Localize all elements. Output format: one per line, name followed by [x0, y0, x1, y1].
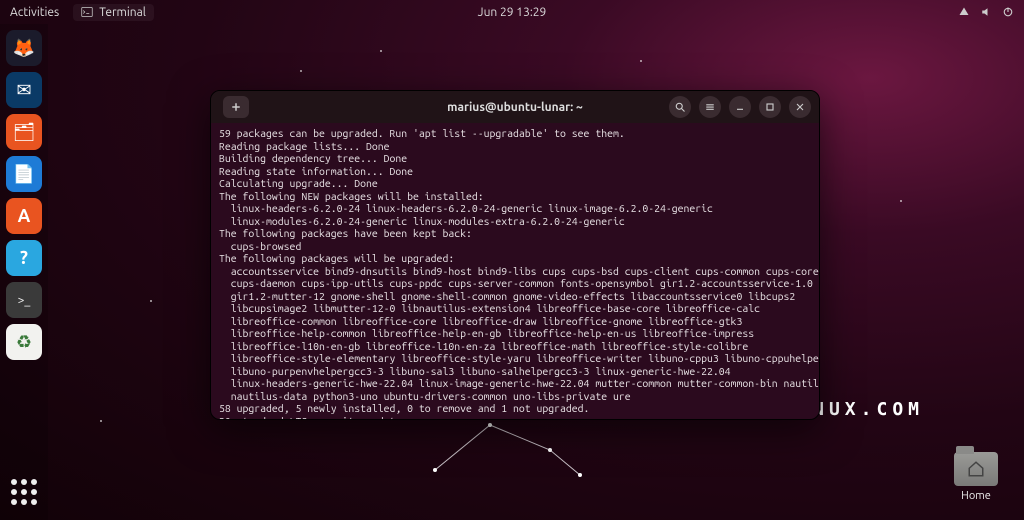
dock-firefox[interactable]: 🦊 — [6, 30, 42, 66]
maximize-icon — [764, 101, 776, 113]
dock-software[interactable]: A — [6, 198, 42, 234]
dock: 🦊 ✉ 🗂 📄 A ? >_ ♻ — [0, 24, 48, 520]
search-button[interactable] — [669, 96, 691, 118]
minimize-button[interactable] — [729, 96, 751, 118]
show-applications-button[interactable] — [6, 474, 42, 510]
terminal-output[interactable]: 59 packages can be upgraded. Run 'apt li… — [211, 123, 819, 419]
menu-button[interactable] — [699, 96, 721, 118]
dock-thunderbird[interactable]: ✉ — [6, 72, 42, 108]
desktop-home-label: Home — [950, 490, 1002, 502]
gnome-topbar: Activities Terminal Jun 29 13:29 — [0, 0, 1024, 24]
volume-icon — [980, 6, 992, 18]
terminal-titlebar[interactable]: marius@ubuntu-lunar: ~ — [211, 91, 819, 123]
power-icon — [1002, 6, 1014, 18]
dock-help[interactable]: ? — [6, 240, 42, 276]
desktop-home-folder[interactable]: Home — [950, 452, 1002, 502]
maximize-button[interactable] — [759, 96, 781, 118]
topbar-app-indicator[interactable]: Terminal — [73, 4, 154, 21]
network-icon — [958, 6, 970, 18]
minimize-icon — [734, 101, 746, 113]
new-tab-button[interactable] — [223, 96, 249, 118]
close-button[interactable] — [789, 96, 811, 118]
home-icon — [967, 460, 985, 478]
terminal-title: marius@ubuntu-lunar: ~ — [447, 101, 583, 114]
terminal-window: marius@ubuntu-lunar: ~ 59 packages can b… — [210, 90, 820, 420]
dock-files[interactable]: 🗂 — [6, 114, 42, 150]
activities-button[interactable]: Activities — [10, 6, 59, 19]
topbar-system-menu[interactable] — [958, 6, 1014, 18]
search-icon — [674, 101, 686, 113]
topbar-clock[interactable]: Jun 29 13:29 — [478, 6, 547, 19]
dock-trash[interactable]: ♻ — [6, 324, 42, 360]
close-icon — [794, 101, 806, 113]
terminal-icon — [81, 6, 93, 18]
dock-writer[interactable]: 📄 — [6, 156, 42, 192]
hamburger-icon — [704, 101, 716, 113]
dock-terminal[interactable]: >_ — [6, 282, 42, 318]
topbar-app-label: Terminal — [99, 6, 146, 19]
